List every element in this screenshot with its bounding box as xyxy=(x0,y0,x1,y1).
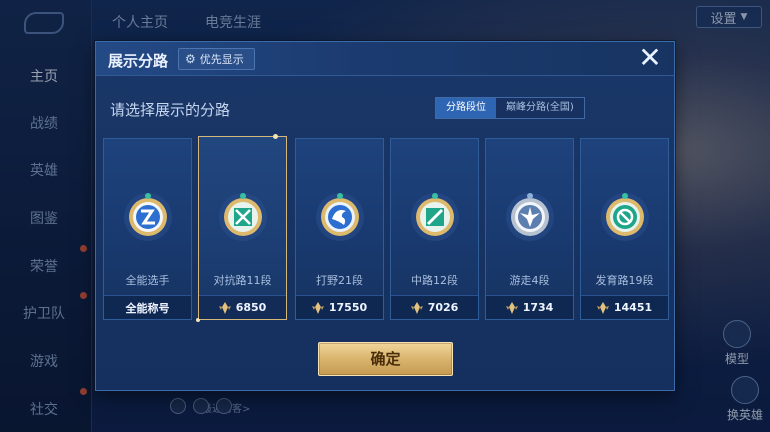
card-name: 游走4段 xyxy=(509,274,550,287)
lane-card-jungle[interactable]: 打野21段 17550 xyxy=(295,138,384,320)
card-name: 全能选手 xyxy=(125,274,170,287)
close-button[interactable]: ✕ xyxy=(636,44,664,73)
all-round-emblem-icon xyxy=(123,193,172,241)
card-footer: 1734 xyxy=(486,295,573,319)
card-footer-text: 6850 xyxy=(235,301,267,314)
rank-score-icon xyxy=(218,301,231,314)
card-footer: 14451 xyxy=(581,295,668,319)
confirm-button[interactable]: 确定 xyxy=(318,342,453,376)
rank-score-icon xyxy=(410,301,423,314)
card-footer-text: 17550 xyxy=(328,301,368,314)
dialog-subtitle: 请选择展示的分路 xyxy=(110,101,231,119)
rank-score-icon xyxy=(505,301,518,314)
lane-card-clash-lane[interactable]: 对抗路11段 6850 xyxy=(196,134,287,322)
tab-peak-lane-national[interactable]: 巅峰分路(全国) xyxy=(496,98,584,118)
clash-lane-emblem-icon xyxy=(218,193,267,241)
card-footer: 6850 xyxy=(199,295,286,319)
roam-emblem-icon xyxy=(505,193,554,241)
dialog-title: 展示分路 xyxy=(108,52,169,70)
card-footer-text: 14451 xyxy=(613,301,653,314)
priority-display-button[interactable]: ⚙ 优先显示 xyxy=(178,48,255,70)
card-name: 中路12段 xyxy=(411,274,458,287)
lane-mode-toggle: 分路段位 巅峰分路(全国) xyxy=(435,97,585,119)
selected-sparkle-icon xyxy=(273,134,278,139)
priority-display-label: 优先显示 xyxy=(199,53,244,66)
card-name: 发育路19段 xyxy=(595,274,654,287)
rank-score-icon xyxy=(596,301,609,314)
card-name: 对抗路11段 xyxy=(213,274,272,287)
card-footer: 17550 xyxy=(296,295,383,319)
farm-lane-emblem-icon xyxy=(600,193,649,241)
card-footer: 7026 xyxy=(391,295,478,319)
lane-display-dialog: 展示分路 ⚙ 优先显示 ✕ 请选择展示的分路 分路段位 巅峰分路(全国) 全能选… xyxy=(95,41,675,391)
dialog-header: 展示分路 ⚙ 优先显示 ✕ xyxy=(96,42,674,76)
lane-card-mid-lane[interactable]: 中路12段 7026 xyxy=(390,138,479,320)
rank-score-icon xyxy=(311,301,324,314)
lane-card-all-round[interactable]: 全能选手 全能称号 xyxy=(103,138,192,320)
lane-card-farm-lane[interactable]: 发育路19段 14451 xyxy=(580,138,669,320)
card-footer: 全能称号 xyxy=(104,295,191,319)
card-name: 打野21段 xyxy=(316,274,363,287)
lane-card-roam[interactable]: 游走4段 1734 xyxy=(485,138,574,320)
tab-lane-rank[interactable]: 分路段位 xyxy=(436,98,496,118)
card-footer-text: 全能称号 xyxy=(125,301,170,315)
lane-card-list: 全能选手 全能称号 对抗路11段 6850 打野21段 17550 中路12段 … xyxy=(103,134,669,322)
mid-lane-emblem-icon xyxy=(410,193,459,241)
card-footer-text: 1734 xyxy=(522,301,554,314)
card-footer-text: 7026 xyxy=(427,301,459,314)
gear-icon: ⚙ xyxy=(185,52,196,66)
jungle-emblem-icon xyxy=(315,193,364,241)
